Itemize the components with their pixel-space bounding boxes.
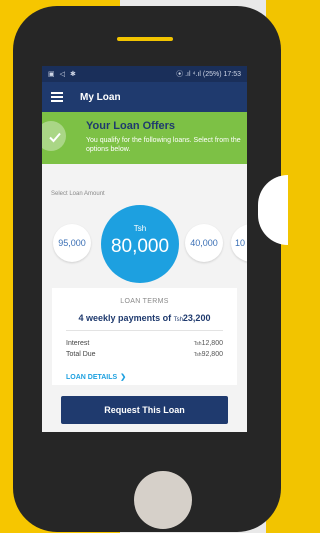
payments-amount: 23,200 [182, 313, 211, 323]
payments-prefix: 4 weekly payments of [78, 313, 174, 323]
selected-currency: Tsh [133, 224, 147, 233]
chevron-right-icon: ❯ [120, 374, 127, 381]
amount-option-right[interactable]: 40,000 [185, 224, 223, 262]
offers-subtitle: You qualify for the following loans. Sel… [86, 137, 241, 153]
total-due-row: Total Due Tsh92,800 [66, 351, 223, 358]
loan-terms-card: LOAN TERMS 4 weekly payments of Tsh23,20… [52, 288, 237, 385]
amount-left-value: 95,000 [58, 238, 86, 248]
status-right-text: ⦿ .ıl ⁴.ıl (25%) 17:53 [176, 71, 241, 78]
bluetooth-icon: ✱ [70, 71, 76, 78]
notification-icon: ▣ [48, 71, 55, 78]
terms-divider [66, 330, 223, 331]
payment-summary: 4 weekly payments of Tsh23,200 [52, 313, 237, 323]
interest-label: Interest [66, 340, 90, 347]
phone-speaker [117, 37, 173, 41]
loan-details-link[interactable]: LOAN DETAILS ❯ [66, 373, 126, 381]
signal-icon: ◁ [59, 71, 66, 78]
total-due-label: Total Due [66, 351, 96, 358]
select-amount-label: Select Loan Amount [51, 191, 105, 197]
phone-screen: ▣ ◁ ✱ ⦿ .ıl ⁴.ıl (25%) 17:53 My Loan You… [42, 66, 247, 432]
loan-terms-heading: LOAN TERMS [120, 298, 169, 305]
interest-amount: Tsh12,800 [193, 340, 223, 347]
app-title: My Loan [80, 91, 121, 103]
amount-carousel[interactable]: 95,000 Tsh 80,000 40,000 10 [42, 204, 247, 283]
amount-option-selected[interactable]: Tsh 80,000 [101, 205, 179, 283]
amount-far-right-value: 10 [235, 238, 246, 248]
loan-offers-banner: Your Loan Offers You qualify for the fol… [42, 112, 247, 164]
amount-option-far-right[interactable]: 10 [231, 224, 247, 262]
app-bar: My Loan [42, 82, 247, 112]
selected-amount: 80,000 [110, 236, 170, 257]
home-button[interactable] [134, 471, 192, 529]
loan-details-label: LOAN DETAILS [66, 374, 118, 381]
request-loan-button[interactable]: Request This Loan [61, 396, 228, 424]
status-bar: ▣ ◁ ✱ ⦿ .ıl ⁴.ıl (25%) 17:53 [42, 66, 247, 82]
offers-title: Your Loan Offers [86, 120, 176, 132]
payments-currency: Tsh [173, 317, 183, 323]
total-due-amount: Tsh92,800 [193, 351, 223, 358]
amount-option-left[interactable]: 95,000 [53, 224, 91, 262]
amount-right-value: 40,000 [190, 238, 218, 248]
check-icon [44, 126, 66, 148]
interest-row: Interest Tsh12,800 [66, 340, 223, 347]
menu-icon[interactable] [51, 92, 63, 102]
